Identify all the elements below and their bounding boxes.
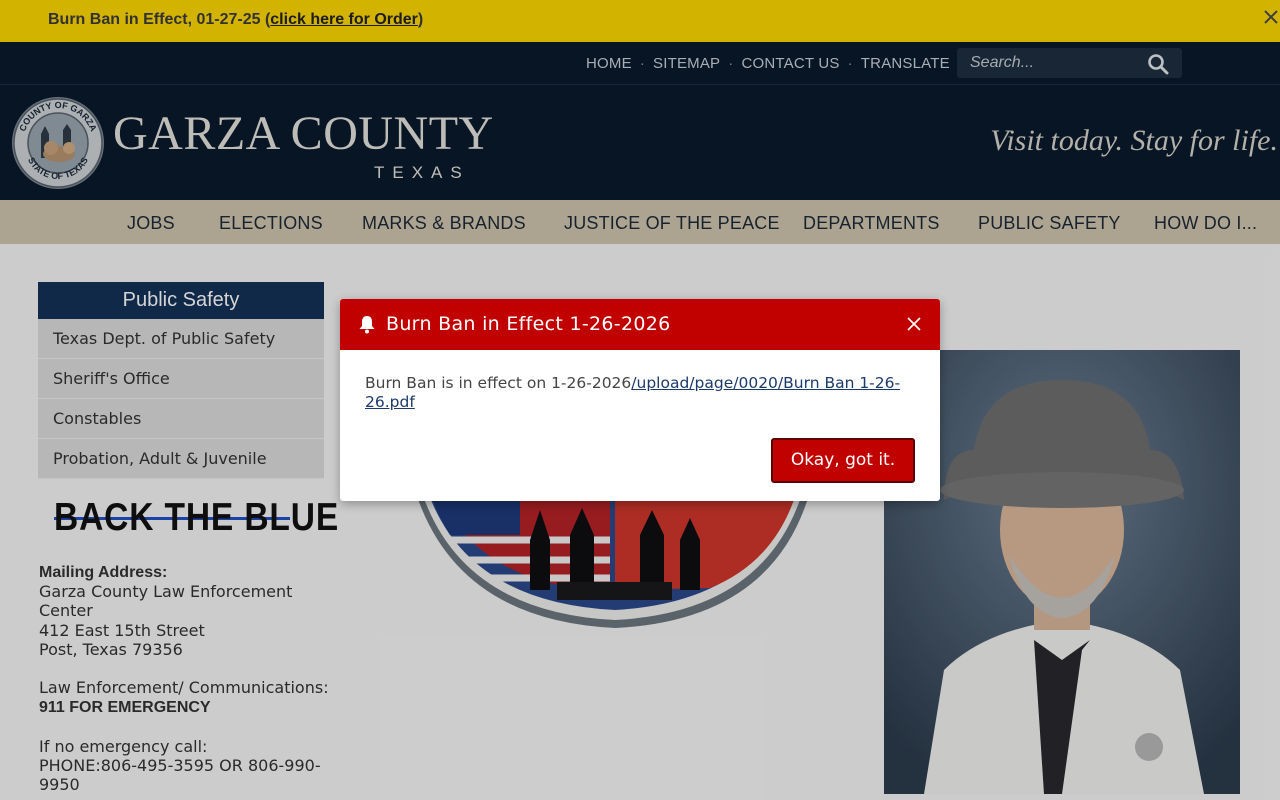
modal-body-text: Burn Ban is in effect on 1-26-2026 xyxy=(365,374,632,392)
burn-ban-modal: Burn Ban in Effect 1-26-2026 Burn Ban is… xyxy=(340,299,940,501)
modal-body: Burn Ban is in effect on 1-26-2026/uploa… xyxy=(365,374,915,412)
modal-close-icon[interactable] xyxy=(906,316,922,332)
okay-got-it-button[interactable]: Okay, got it. xyxy=(771,438,915,483)
modal-title: Burn Ban in Effect 1-26-2026 xyxy=(386,313,671,335)
modal-header: Burn Ban in Effect 1-26-2026 xyxy=(340,299,940,350)
bell-icon xyxy=(358,315,376,334)
